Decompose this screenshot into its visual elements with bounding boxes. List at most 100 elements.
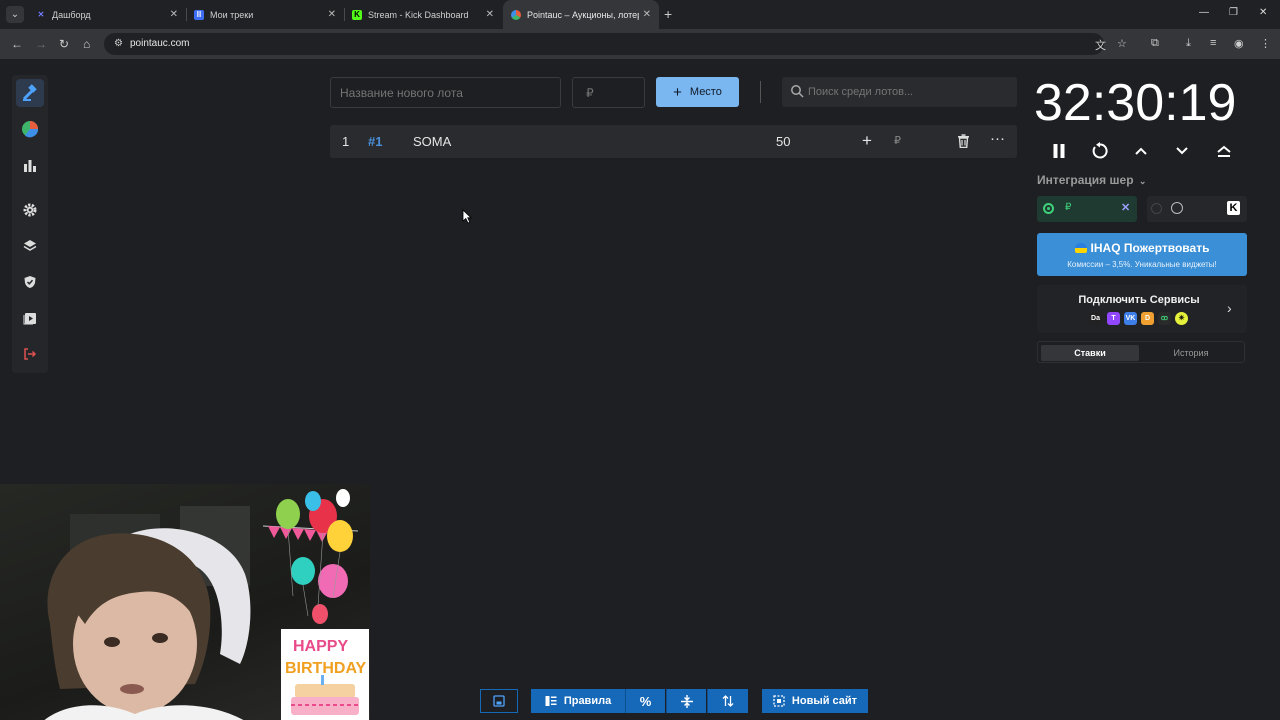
currency-symbol: ₽: [1065, 202, 1072, 213]
lot-name: SOMA: [413, 134, 452, 149]
streamer-person: [44, 528, 251, 720]
integration-dropdown[interactable]: Интеграция шер ⌄: [1037, 173, 1146, 187]
stats-icon[interactable]: [16, 151, 44, 179]
back-icon[interactable]: ←: [11, 37, 23, 51]
birthday-cake-sticker: HAPPY BIRTHDAY: [281, 629, 369, 720]
webcam-overlay: HAPPY BIRTHDAY: [0, 484, 370, 720]
donatepay-icon: D: [1141, 312, 1154, 325]
close-icon[interactable]: ✕: [328, 9, 336, 20]
timer-display: 32:30:19: [1034, 74, 1237, 132]
trash-icon[interactable]: [957, 134, 970, 148]
svg-text:HAPPY: HAPPY: [293, 638, 348, 655]
logout-icon[interactable]: [16, 340, 44, 368]
settings-gear-icon[interactable]: [16, 196, 44, 224]
double-increase-icon[interactable]: [1212, 139, 1236, 163]
lot-rank: 1: [342, 134, 350, 149]
reset-icon[interactable]: [1088, 139, 1112, 163]
bid-history-tabs: Ставки История: [1037, 341, 1245, 363]
profile-avatar-icon[interactable]: ◉: [1234, 37, 1244, 50]
decrease-time-icon[interactable]: [1170, 139, 1194, 163]
more-menu-icon[interactable]: ⋮: [1260, 37, 1271, 50]
search-input[interactable]: [808, 77, 1008, 107]
browser-tab[interactable]: K Stream - Kick Dashboard ✕: [344, 0, 502, 29]
split-icon: [680, 694, 693, 708]
browser-tab-active[interactable]: Pointauc – Аукционы, лотере ✕: [503, 0, 659, 29]
svg-text:BIRTHDAY: BIRTHDAY: [285, 660, 367, 677]
add-amount-icon[interactable]: +: [862, 131, 872, 151]
wheel-icon[interactable]: [16, 115, 44, 143]
browser-tab[interactable]: ✕ Дашборд ✕: [28, 0, 187, 29]
mouse-cursor-icon: [462, 209, 472, 224]
kick-logo-icon: K: [1227, 201, 1240, 215]
auction-icon[interactable]: [16, 79, 44, 107]
tab-bids[interactable]: Ставки: [1041, 345, 1139, 361]
media-icon[interactable]: ≡: [1210, 37, 1216, 49]
pause-icon[interactable]: [1047, 139, 1071, 163]
extensions-icon[interactable]: ⧉: [1151, 37, 1159, 50]
download-icon[interactable]: ⤓: [1186, 37, 1191, 50]
sort-icon: [722, 695, 734, 707]
reload-icon[interactable]: ↻: [59, 37, 69, 51]
streamelements-icon: ꝏ: [1158, 312, 1171, 325]
donationalerts-icon: Da: [1089, 312, 1102, 325]
shield-icon[interactable]: [16, 268, 44, 296]
more-options-icon[interactable]: ···: [990, 130, 1005, 147]
translate-icon[interactable]: 文: [1095, 37, 1106, 53]
new-tab-icon[interactable]: +: [664, 6, 672, 22]
radio-selected-icon[interactable]: [1043, 203, 1054, 214]
connect-services[interactable]: Подключить Сервисы Da T VK D ꝏ ✳ ›: [1037, 285, 1247, 333]
boosty-icon: ✳: [1175, 312, 1188, 325]
lot-currency: ₽: [894, 135, 901, 147]
bookmark-star-icon[interactable]: ☆: [1117, 37, 1127, 50]
url-field[interactable]: ⚙ pointauc.com: [104, 33, 1104, 55]
maximize-icon[interactable]: ❐: [1229, 7, 1238, 18]
close-icon[interactable]: ✕: [486, 9, 494, 20]
integration-kick[interactable]: K: [1147, 196, 1247, 222]
donate-button[interactable]: IHAQ Пожертвовать Комиссии – 3,5%. Уника…: [1037, 233, 1247, 276]
lot-search[interactable]: [782, 77, 1017, 107]
home-icon[interactable]: ⌂: [83, 37, 90, 51]
sidebar: [12, 75, 48, 373]
split-button[interactable]: [666, 689, 706, 713]
save-icon: [493, 695, 505, 707]
kick-icon: K: [352, 9, 362, 20]
minimize-icon[interactable]: —: [1199, 7, 1209, 18]
add-place-button[interactable]: + Место: [656, 77, 739, 107]
rules-icon: [545, 696, 557, 706]
close-icon[interactable]: ✕: [170, 9, 178, 20]
tab-history[interactable]: История: [1142, 345, 1240, 361]
tab-search-button[interactable]: ⌄: [6, 6, 24, 23]
integration-active[interactable]: ₽ ✕: [1037, 196, 1137, 222]
close-icon[interactable]: ✕: [643, 9, 651, 20]
vk-icon: VK: [1124, 312, 1137, 325]
rules-button[interactable]: Правила: [531, 689, 625, 713]
browser-tab[interactable]: ll Мои треки ✕: [186, 0, 345, 29]
lot-amount-input[interactable]: [572, 77, 645, 108]
percent-button[interactable]: %: [625, 689, 665, 713]
address-bar-row: ← → ↻ ⌂ ⚙ pointauc.com 文 ☆ ⧉ ⤓ ≡ ◉ ⋮: [0, 29, 1280, 59]
search-icon: [791, 85, 804, 98]
new-site-button[interactable]: Новый сайт: [762, 689, 868, 713]
sort-button[interactable]: [707, 689, 748, 713]
layers-icon[interactable]: [16, 232, 44, 260]
lot-row[interactable]: 1 #1 SOMA 50 + ₽ ···: [330, 125, 1017, 158]
forward-icon[interactable]: →: [35, 37, 47, 51]
video-library-icon[interactable]: [16, 304, 44, 332]
new-site-icon: [773, 695, 785, 707]
chevron-right-icon: ›: [1227, 300, 1232, 316]
lot-name-input[interactable]: [330, 77, 561, 108]
twitch-icon: T: [1107, 312, 1120, 325]
chevron-down-icon: ⌄: [1138, 176, 1147, 186]
timer-circle-icon: [1171, 202, 1183, 214]
save-icon-button[interactable]: [480, 689, 518, 713]
close-icon[interactable]: ✕: [1121, 201, 1130, 214]
balloons-sticker: [262, 489, 359, 624]
increase-time-icon[interactable]: [1129, 139, 1153, 163]
page: + Место 1 #1 SOMA 50 + ₽ ··· 32:30:19 Ин…: [0, 59, 1280, 720]
close-window-icon[interactable]: ✕: [1259, 7, 1267, 18]
site-info-icon[interactable]: ⚙: [114, 38, 123, 49]
divider: [760, 81, 761, 103]
radio-unselected-icon[interactable]: [1151, 203, 1162, 214]
lot-id: #1: [368, 134, 383, 149]
lot-amount: 50: [776, 134, 791, 149]
